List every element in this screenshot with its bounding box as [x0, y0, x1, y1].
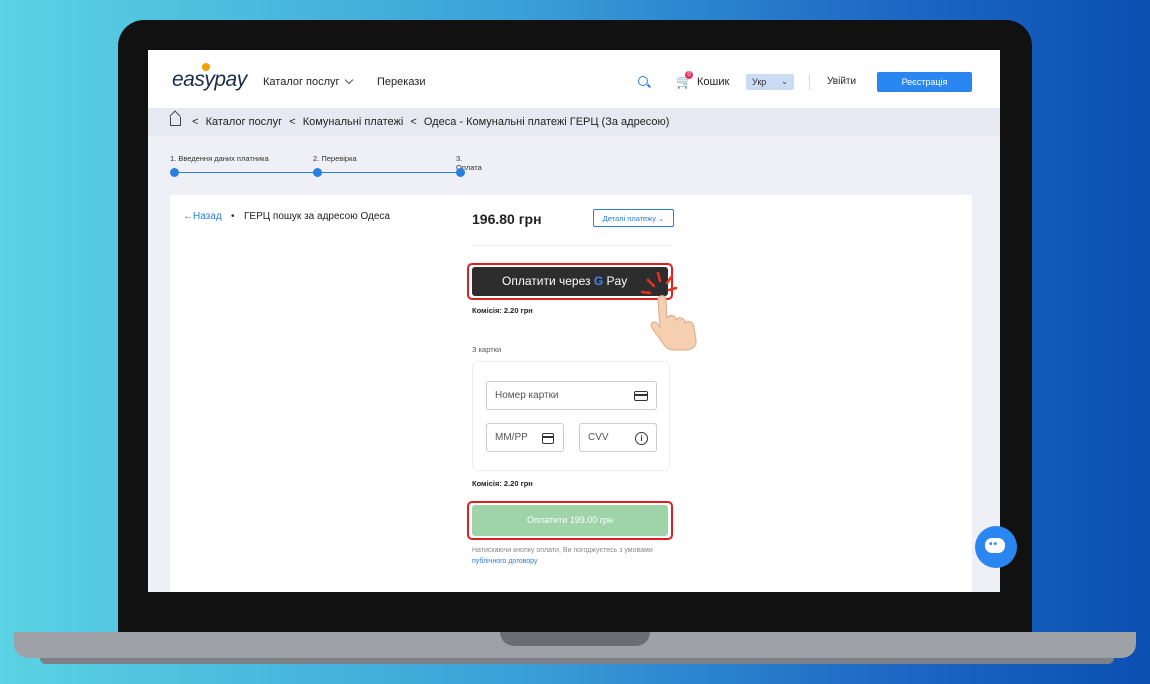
payment-card: ←Назад • ГЕРЦ пошук за адресою Одеса 196… — [170, 195, 972, 592]
terms-text: Натискаючи кнопку оплати, Ви погоджуєтес… — [472, 547, 653, 565]
breadcrumb: < Каталог послуг < Комунальні платежі < … — [148, 108, 1000, 136]
home-icon[interactable] — [170, 117, 181, 126]
browser-screen: easypay Каталог послуг Перекази 🛒 0 Коши… — [148, 50, 1000, 592]
public-contract-link[interactable]: публічного договору — [472, 558, 537, 565]
calendar-icon — [542, 433, 554, 444]
chevron-left-icon: < — [410, 116, 417, 128]
cart-badge: 0 — [685, 71, 693, 79]
site-header: easypay Каталог послуг Перекази 🛒 0 Коши… — [148, 50, 1000, 108]
tap-sparks — [640, 272, 678, 295]
register-button[interactable]: Реєстрація — [877, 72, 972, 92]
chevron-down-icon — [344, 75, 353, 85]
step-label: 2. Перевірка — [313, 154, 357, 163]
step-dot — [170, 168, 179, 177]
login-link[interactable]: Увійти — [827, 76, 856, 87]
from-card-label: З картки — [472, 345, 502, 354]
divider — [472, 245, 672, 246]
gpay-fee: Комісія: 2.20 грн — [472, 306, 533, 315]
chevron-down-icon: ⌄ — [781, 77, 788, 86]
step-dot — [313, 168, 322, 177]
breadcrumb-item[interactable]: Одеса - Комунальні платежі ГЕРЦ (За адре… — [424, 116, 670, 128]
step-label: 1. Введення даних платника — [170, 154, 269, 163]
payment-amount: 196.80 грн — [472, 211, 542, 227]
cvv-field[interactable]: CVV i — [579, 423, 657, 452]
credit-card-icon — [634, 391, 648, 401]
chevron-left-icon: < — [192, 116, 199, 128]
easypay-logo[interactable]: easypay — [172, 68, 247, 92]
pay-button[interactable]: Оплатити 199.00 грн — [472, 505, 668, 536]
laptop-base-shadow — [40, 658, 1114, 664]
bullet-icon: • — [231, 211, 235, 222]
expiry-field[interactable]: ММ/РР — [486, 423, 564, 452]
payment-details-button[interactable]: Деталі платежу ⌄ — [593, 209, 674, 227]
chevron-left-icon: < — [289, 116, 296, 128]
tap-hand-icon — [640, 272, 697, 351]
payment-stepper: 1. Введення даних платника 2. Перевірка … — [170, 154, 482, 184]
logo-mark-icon — [202, 63, 210, 71]
breadcrumb-item[interactable]: Комунальні платежі — [303, 116, 404, 128]
chat-dots-icon: •• — [989, 539, 999, 550]
chat-button[interactable]: •• — [975, 526, 1017, 568]
info-icon[interactable]: i — [635, 432, 648, 445]
service-name: ГЕРЦ пошук за адресою Одеса — [244, 211, 390, 222]
step-dot — [456, 168, 465, 177]
laptop-notch — [500, 632, 650, 646]
search-icon[interactable] — [638, 76, 648, 86]
nav-transfers[interactable]: Перекази — [377, 76, 426, 88]
back-link[interactable]: ←Назад — [183, 211, 222, 222]
chevron-down-icon: ⌄ — [658, 214, 665, 223]
cart-link[interactable]: Кошик — [697, 76, 729, 88]
card-fee: Комісія: 2.20 грн — [472, 479, 533, 488]
hand-shape — [650, 295, 697, 351]
card-number-field[interactable]: Номер картки — [486, 381, 657, 410]
card-form: Номер картки ММ/РР CVV i — [472, 361, 670, 471]
header-divider — [809, 74, 810, 90]
google-g-icon: G — [593, 274, 604, 288]
nav-catalog[interactable]: Каталог послуг — [263, 75, 353, 88]
breadcrumb-item[interactable]: Каталог послуг — [206, 116, 283, 128]
language-select[interactable]: Укр ⌄ — [746, 74, 794, 90]
